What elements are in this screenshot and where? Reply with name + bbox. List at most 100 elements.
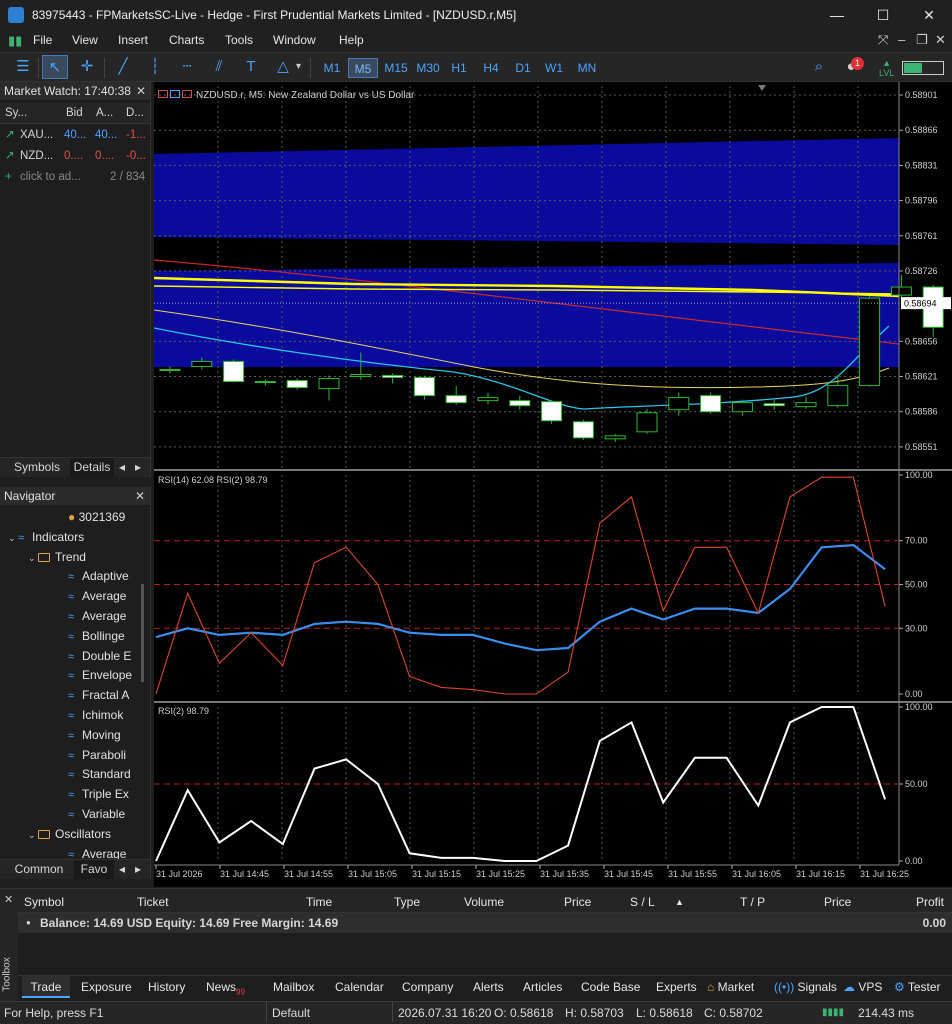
tab-alerts[interactable]: Alerts [473,976,504,998]
col-type[interactable]: Type [394,891,420,913]
close-button[interactable]: ✕ [906,4,952,26]
search-icon[interactable]: ⌕ [806,55,832,79]
navigator-indicator-item[interactable]: ≈ Triple Ex [0,784,146,804]
col-volume[interactable]: Volume [464,891,504,913]
col-price-current[interactable]: Price [824,891,851,913]
scrollbar[interactable] [141,584,144,682]
tab-news[interactable]: News99 [206,976,245,998]
minimize-button[interactable]: — [814,4,860,26]
trendline-icon[interactable]: ╱ [110,55,136,79]
tab-company[interactable]: Company [402,976,453,998]
tab-trade[interactable]: Trade [22,976,70,998]
timeframe-h4[interactable]: H4 [478,58,504,78]
tab-articles[interactable]: Articles [523,976,562,998]
close-icon[interactable]: ✕ [136,82,146,100]
tab-history[interactable]: History [148,976,185,998]
navigator-indicator-item[interactable]: ≈ Average [0,844,146,859]
col-ask[interactable]: A... [96,103,113,124]
navigator-indicator-item[interactable]: ≈ Average [0,586,146,606]
timeframe-d1[interactable]: D1 [510,58,536,78]
navigator-folder-item[interactable]: ⌄ Trend [0,547,146,567]
menu-view[interactable]: View [72,33,98,47]
tab-market[interactable]: ⌂ Market [707,976,754,998]
add-symbol-row[interactable]: + click to ad... 2 / 834 [0,167,150,188]
profile-name[interactable]: Default [272,1002,310,1024]
close-icon[interactable]: ✕ [4,893,13,906]
col-bid[interactable]: Bid [66,103,83,124]
timeframe-w1[interactable]: W1 [541,58,567,78]
chevron-down-icon[interactable]: ⌄ [28,830,38,840]
navigator-indicator-item[interactable]: ≈ Variable [0,804,146,824]
navigator-indicator-item[interactable]: ≈ Adaptive [0,566,146,586]
chart-canvas[interactable]: 0.58901 0.58866 0.58831 0.58796 0.58761 0.587… [154,82,952,887]
col-daily[interactable]: D... [126,103,144,124]
col-ticket[interactable]: Ticket [137,891,169,913]
chart-window[interactable]: 0.58901 0.58866 0.58831 0.58796 0.58761 0.587… [154,82,952,887]
chevron-down-icon[interactable]: ⌄ [28,553,38,563]
tab-calendar[interactable]: Calendar [335,976,384,998]
text-icon[interactable]: T [238,55,264,79]
col-symbol[interactable]: Sy... [5,103,27,124]
crosshair-icon[interactable]: ✛ [74,55,100,79]
col-sl[interactable]: S / L [630,891,655,913]
maximize-button[interactable]: ☐ [860,4,906,26]
restore-window-icon[interactable]: ❐ [916,32,928,48]
tab-mailbox[interactable]: Mailbox [273,976,314,998]
navigator-folder-item[interactable]: ⌄ Oscillators [0,824,146,844]
menu-help[interactable]: Help [339,33,364,47]
timeframe-h1[interactable]: H1 [446,58,472,78]
navigator-indicator-item[interactable]: ≈ Double E [0,646,146,666]
vertical-line-icon[interactable]: ┆ [142,55,168,79]
horizontal-line-icon[interactable]: ┄ [174,55,200,79]
menu-lines-icon[interactable]: ☰ [10,55,36,79]
col-profit[interactable]: Profit [916,891,944,913]
level-icon[interactable]: ▲ LVL [879,58,894,78]
navigator-indicator-item[interactable]: ≈ Fractal A [0,685,146,705]
navigator-indicator-item[interactable]: ≈ Bollinge [0,626,146,646]
menu-insert[interactable]: Insert [118,33,148,47]
menu-tools[interactable]: Tools [225,33,253,47]
navigator-indicator-item[interactable]: ≈ Average [0,606,146,626]
navigator-indicator-item[interactable]: ≈ Envelope [0,665,146,685]
navigator-indicator-item[interactable]: ≈ Moving [0,725,146,745]
channel-icon[interactable]: ⫽ [206,55,232,79]
balance-row[interactable]: ● Balance: 14.69 USD Equity: 14.69 Free … [18,913,952,933]
tab-tester[interactable]: ⚙ Tester [894,976,941,998]
market-watch-row[interactable]: ↗ XAU... 40... 40... -1... [0,125,150,146]
col-time[interactable]: Time [306,891,332,913]
timeframe-m5[interactable]: M5 [348,58,378,78]
menu-file[interactable]: File [33,33,52,47]
navigator-indicator-item[interactable]: ≈ Paraboli [0,745,146,765]
cursor-icon[interactable]: ↖ [42,55,68,79]
timeframe-m30[interactable]: M30 [412,58,444,78]
tab-scroll-right-icon[interactable]: ▸ [130,860,146,879]
account-item[interactable]: ● 3021369 [0,507,146,527]
navigator-folder-item[interactable]: ⌄ ≈ Indicators [0,527,146,547]
menu-window[interactable]: Window [273,33,316,47]
close-chart-icon[interactable]: ✕ [935,32,946,48]
restore-icon[interactable]: – [898,32,905,47]
pin-icon[interactable]: ⤧ [878,32,888,48]
tab-exposure[interactable]: Exposure [81,976,132,998]
col-tp[interactable]: T / P [740,891,765,913]
tab-scroll-left-icon[interactable]: ◂ [114,860,130,879]
tab-signals[interactable]: ((•)) Signals [774,976,837,998]
tab-common[interactable]: Common [6,860,72,879]
timeframe-m15[interactable]: M15 [380,58,412,78]
col-price[interactable]: Price [564,891,591,913]
tab-details[interactable]: Details [70,458,114,477]
navigator-indicator-item[interactable]: ≈ Ichimok [0,705,146,725]
market-watch-row[interactable]: ↗ NZD... 0.... 0.... -0... [0,146,150,167]
menu-charts[interactable]: Charts [169,33,204,47]
tab-scroll-right-icon[interactable]: ▸ [130,458,146,477]
close-icon[interactable]: ✕ [135,487,145,505]
tab-experts[interactable]: Experts [656,976,697,998]
navigator-indicator-item[interactable]: ≈ Standard [0,764,146,784]
timeframe-mn[interactable]: MN [572,58,602,78]
tab-scroll-left-icon[interactable]: ◂ [114,458,130,477]
shapes-icon[interactable]: △ [270,55,296,79]
timeframe-m1[interactable]: M1 [318,58,346,78]
chevron-down-icon[interactable]: ⌄ [8,533,18,543]
tab-vps[interactable]: ☁ VPS [843,976,882,998]
col-symbol[interactable]: Symbol [24,891,64,913]
